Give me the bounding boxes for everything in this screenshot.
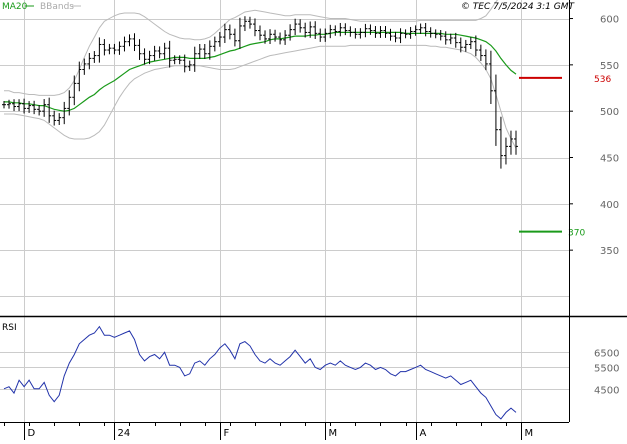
rsi-y-tick-label: 4500 — [594, 386, 619, 397]
rsi-line-group — [3, 325, 517, 420]
price-y-axis: 350 400 450 500 550 600 — [569, 15, 619, 257]
legend-ma20: MA20 — [2, 2, 28, 12]
price-y-tick-label: 350 — [600, 246, 619, 257]
rsi-y-tick-label: 5500 — [594, 364, 619, 375]
x-axis-label: M — [525, 428, 534, 439]
price-y-tick-label: 550 — [600, 61, 619, 72]
price-y-tick-label: 450 — [600, 154, 619, 165]
chart-stage: 536 370 350 400 450 500 550 600 MA20 BBands © … — [0, 0, 627, 440]
x-axis: D 24 F M A M — [4, 422, 534, 440]
rsi-title: RSI — [2, 323, 17, 333]
price-y-tick-label: 400 — [600, 200, 619, 211]
rsi-y-tick-label: 6500 — [594, 349, 619, 360]
support-label: 370 — [568, 229, 585, 239]
price-y-tick-label: 500 — [600, 107, 619, 118]
copyright-text: © TEC 7/5/2024 3:1 GMT — [461, 2, 576, 12]
x-axis-label: F — [224, 428, 230, 439]
rsi-y-axis: 6500 5500 4500 — [594, 349, 619, 397]
x-axis-label: M — [329, 428, 338, 439]
rsi-grid — [0, 352, 569, 390]
price-panel — [0, 0, 569, 315]
rsi-line — [3, 325, 517, 420]
x-axis-label: A — [420, 428, 427, 439]
x-axis-label: D — [28, 428, 36, 439]
x-axis-label: 24 — [118, 428, 131, 439]
resistance-label: 536 — [594, 75, 611, 85]
price-y-tick-label: 600 — [600, 15, 619, 26]
legend-bbands: BBands — [40, 2, 74, 12]
stock-chart: 536 370 350 400 450 500 550 600 MA20 BBands © … — [0, 0, 627, 440]
